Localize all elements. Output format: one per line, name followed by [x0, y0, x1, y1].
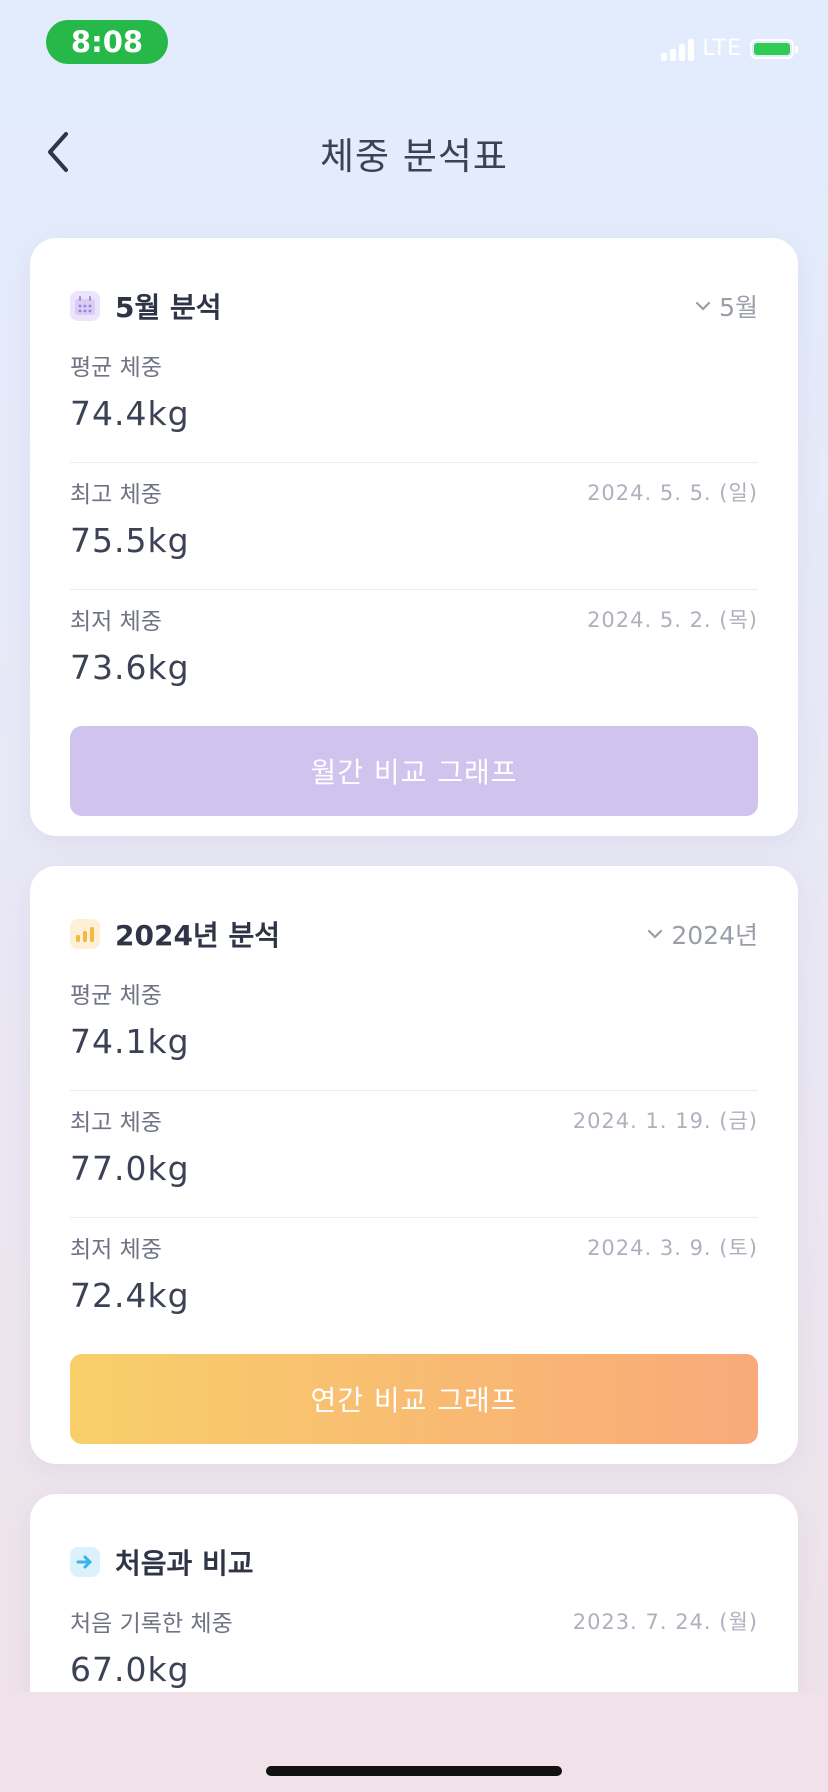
- row-label: 평균 체중: [70, 355, 162, 381]
- network-label: LTE: [702, 36, 742, 61]
- monthly-graph-button[interactable]: 월간 비교 그래프: [70, 726, 758, 816]
- row-date: 2024. 3. 9. (토): [587, 1236, 758, 1260]
- monthly-analysis-card: 5월 분석 5월 평균 체중 74.4kg 최고 체중 2024. 5. 5. …: [30, 238, 798, 836]
- stat-row-max: 최고 체중 2024. 5. 5. (일) 75.5kg: [70, 463, 758, 590]
- card-title: 2024년 분석: [115, 919, 280, 952]
- battery-icon: [750, 38, 798, 59]
- card-title: 5월 분석: [115, 291, 222, 324]
- stat-row-min: 최저 체중 2024. 3. 9. (토) 72.4kg: [70, 1218, 758, 1354]
- row-date: 2024. 5. 5. (일): [587, 481, 758, 505]
- page-title: 체중 분석표: [320, 135, 508, 178]
- row-value: 77.0kg: [70, 1149, 190, 1188]
- row-label: 처음 기록한 체중: [70, 1611, 233, 1637]
- bottom-bar-background: [0, 1692, 828, 1792]
- row-label: 최고 체중: [70, 1110, 162, 1136]
- card-header: 처음과 비교: [70, 1532, 758, 1592]
- chevron-down-icon: [648, 929, 663, 939]
- row-date: 2023. 7. 24. (월): [572, 1610, 758, 1634]
- bar-chart-icon: [70, 919, 100, 949]
- row-value: 74.4kg: [70, 394, 190, 433]
- stat-row-average: 평균 체중 74.1kg: [70, 964, 758, 1091]
- stat-row-min: 최저 체중 2024. 5. 2. (목) 73.6kg: [70, 590, 758, 726]
- home-indicator[interactable]: [266, 1766, 562, 1776]
- row-date: 2024. 5. 2. (목): [587, 608, 758, 632]
- card-header: 2024년 분석 2024년: [70, 904, 758, 964]
- month-selector[interactable]: 5월: [695, 288, 758, 324]
- row-label: 최저 체중: [70, 1237, 162, 1263]
- row-label: 최저 체중: [70, 609, 162, 635]
- row-date: 2024. 1. 19. (금): [572, 1109, 758, 1133]
- stat-row-max: 최고 체중 2024. 1. 19. (금) 77.0kg: [70, 1091, 758, 1218]
- selector-label: 5월: [719, 293, 758, 322]
- row-value: 67.0kg: [70, 1650, 190, 1689]
- chevron-down-icon: [695, 301, 711, 311]
- year-selector[interactable]: 2024년: [647, 916, 758, 952]
- row-label: 최고 체중: [70, 482, 162, 508]
- signal-icon: [661, 37, 695, 61]
- yearly-analysis-card: 2024년 분석 2024년 평균 체중 74.1kg 최고 체중 2024. …: [30, 866, 798, 1464]
- arrow-right-icon: [70, 1547, 100, 1577]
- card-title: 처음과 비교: [115, 1547, 254, 1580]
- card-header: 5월 분석 5월: [70, 276, 758, 336]
- row-value: 73.6kg: [70, 648, 190, 687]
- calendar-icon: [70, 291, 100, 321]
- status-indicators: LTE: [661, 36, 798, 61]
- selector-label: 2024년: [671, 921, 758, 950]
- row-label: 평균 체중: [70, 983, 162, 1009]
- row-value: 74.1kg: [70, 1022, 190, 1061]
- stat-row-average: 평균 체중 74.4kg: [70, 336, 758, 463]
- yearly-graph-button[interactable]: 연간 비교 그래프: [70, 1354, 758, 1444]
- row-value: 75.5kg: [70, 521, 190, 560]
- status-time: 8:08: [46, 20, 168, 64]
- row-value: 72.4kg: [70, 1276, 190, 1315]
